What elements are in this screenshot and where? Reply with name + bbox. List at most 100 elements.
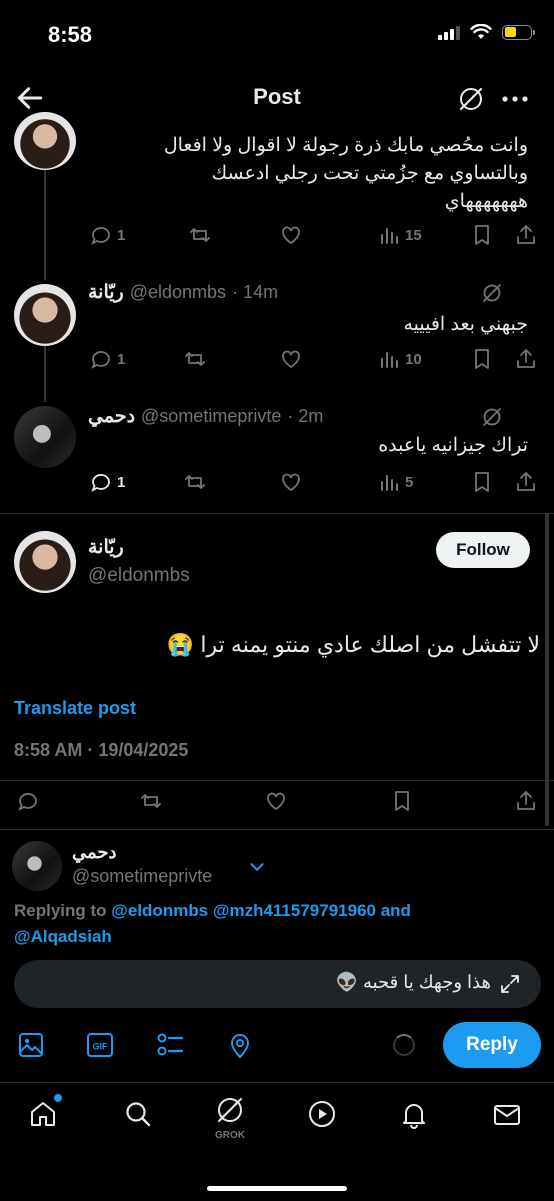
chevron-down-icon[interactable] [246,856,268,883]
grok-icon[interactable] [480,405,504,434]
avatar[interactable] [14,531,76,593]
author-name[interactable]: ريّانة [88,536,124,559]
bell-icon[interactable] [399,1099,429,1134]
search-icon[interactable] [123,1099,153,1134]
avatar[interactable] [14,112,76,170]
expand-icon[interactable] [498,972,522,1001]
wifi-icon [470,24,492,39]
views-action[interactable]: 5 [377,470,413,494]
reply-action[interactable]: 1 [89,223,125,247]
comment-icon [16,789,40,813]
home-icon[interactable] [28,1099,58,1134]
share-icon [514,347,538,371]
reply-action[interactable]: 1 [89,470,125,494]
bookmark-action[interactable] [390,789,414,813]
like-action[interactable] [279,223,303,247]
translate-link[interactable]: Translate post [14,698,136,719]
replying-last-handle[interactable]: @Alqadsiah [14,927,112,946]
replying-to: Replying to @eldonmbs @mzh411579791960 a… [14,898,534,950]
reply-count: 1 [117,350,126,368]
reply-draft-text: هذا وجهك يا قحبه 👽 [335,972,491,992]
bookmark-action[interactable] [470,347,494,371]
retweet-action[interactable] [139,789,163,813]
tweet-text: تراك جيزانيه ياعبده [378,435,528,456]
reply-action[interactable]: 1 [89,347,125,371]
retweet-action[interactable] [183,470,207,494]
grok-icon[interactable] [214,1094,246,1131]
tweet-text-line: هههههههاي [444,191,528,212]
like-action[interactable] [264,789,288,813]
replying-prefix: Replying to [14,901,107,920]
divider [0,513,554,514]
tweet-text: وانت محُصي مابك ذرة رجولة لا اقوال ولا ا… [88,132,528,216]
author-name[interactable]: ريّانة [88,281,124,304]
composer-avatar [12,841,62,891]
avatar[interactable] [14,284,76,346]
retweet-icon [183,470,207,494]
views-icon [377,470,401,494]
follow-button[interactable]: Follow [436,532,530,568]
bookmark-icon [470,470,494,494]
grok-icon[interactable] [480,281,504,310]
view-count: 15 [405,226,422,244]
share-action[interactable] [514,347,538,371]
thread-line [44,170,46,280]
retweet-icon [139,789,163,813]
share-action[interactable] [514,223,538,247]
retweet-icon [183,347,207,371]
share-icon [514,789,538,813]
author-name[interactable]: دحمي [88,405,135,428]
like-action[interactable] [279,347,303,371]
comment-icon [89,347,113,371]
author-handle[interactable]: @sometimeprivte [141,406,281,427]
views-action[interactable]: 10 [377,347,422,371]
poll-icon[interactable] [156,1031,184,1064]
retweet-icon [188,223,212,247]
grok-icon[interactable] [456,84,486,114]
reply-button[interactable]: Reply [443,1022,541,1068]
views-action[interactable]: 15 [377,223,422,247]
image-icon[interactable] [17,1031,45,1064]
mail-icon[interactable] [492,1101,522,1134]
divider [0,780,554,781]
play-icon[interactable] [307,1099,337,1134]
composer-account-handle: @sometimeprivte [72,866,213,886]
author-handle[interactable]: @eldonmbs [130,282,226,303]
bookmark-action[interactable] [470,470,494,494]
gif-icon[interactable]: GIF [86,1031,114,1064]
author-handle[interactable]: @eldonmbs [88,565,190,587]
replying-handles[interactable]: @eldonmbs @mzh411579791960 [111,901,376,920]
scrollbar[interactable] [545,513,549,826]
like-action[interactable] [279,470,303,494]
more-icon[interactable] [498,84,532,114]
view-count: 10 [405,350,422,368]
main-post-text: لا تتفشل من اصلك عادي منتو يمنه ترا 😭 [166,632,540,657]
status-icons [438,24,535,40]
share-action[interactable] [514,789,538,813]
tweet-header: ريّانة @eldonmbs · 14m [88,281,278,304]
bookmark-action[interactable] [470,223,494,247]
tab-bar [0,1082,554,1201]
tweet-text-line: وانت محُصي مابك ذرة رجولة لا اقوال ولا ا… [163,135,528,156]
tweet-text: جبهني بعد افيييه [403,314,528,335]
comment-icon [89,223,113,247]
bookmark-icon [390,789,414,813]
bookmark-icon [470,223,494,247]
retweet-action[interactable] [188,223,212,247]
share-action[interactable] [514,470,538,494]
post-time: · 14m [232,282,279,302]
reply-input[interactable]: هذا وجهك يا قحبه 👽 [14,960,541,1008]
home-indicator [207,1186,347,1191]
battery-icon [502,24,535,40]
composer-account-name: دحمي [72,842,117,862]
avatar[interactable] [14,406,76,468]
reply-action[interactable] [16,789,40,813]
tweet-text-line: وبالتساوي مع جزُمتي تحت رجلي ادعسك [211,163,528,184]
location-icon[interactable] [226,1031,254,1064]
replying-and[interactable]: and [381,901,411,920]
heart-icon [279,223,303,247]
retweet-action[interactable] [183,347,207,371]
share-icon [514,470,538,494]
reply-count: 1 [117,473,126,491]
comment-icon [89,470,113,494]
